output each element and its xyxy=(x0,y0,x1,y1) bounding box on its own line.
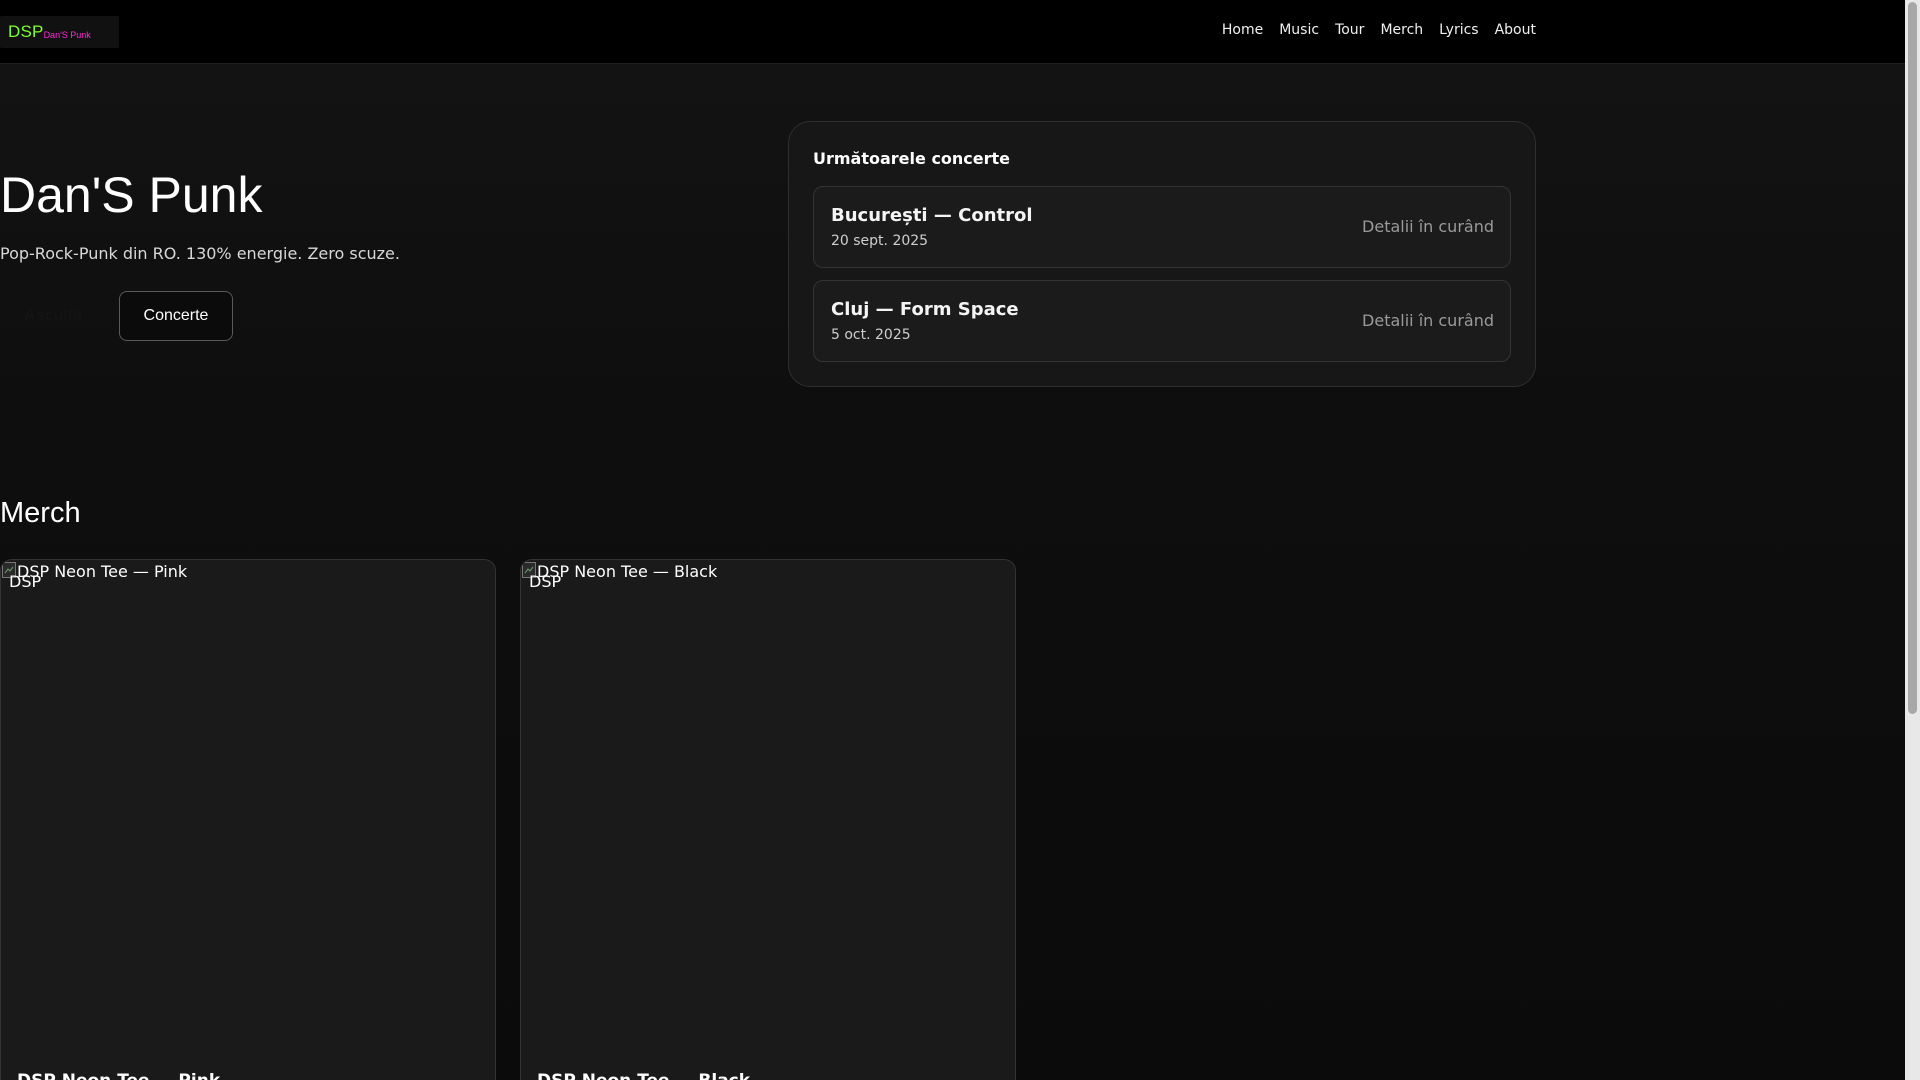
merch-image-alt-text: DSP Neon Tee — Pink xyxy=(17,562,188,581)
listen-button[interactable]: Ascultă xyxy=(0,292,106,340)
upcoming-concerts-panel: Următoarele concerte București — Control… xyxy=(788,121,1536,387)
hero-title: Dan'S Punk xyxy=(0,167,263,223)
main-nav: Home Music Tour Merch Lyrics About xyxy=(1222,22,1536,38)
nav-link-about[interactable]: About xyxy=(1495,22,1536,38)
concert-name: București — Control xyxy=(831,205,1033,226)
hero-subtitle: Pop-Rock-Punk din RO. 130% energie. Zero… xyxy=(0,244,400,263)
concert-date: 5 oct. 2025 xyxy=(831,327,911,343)
upcoming-concerts-title: Următoarele concerte xyxy=(813,149,1011,168)
concert-item[interactable]: București — Control 20 sept. 2025 Detali… xyxy=(813,186,1511,268)
nav-link-music[interactable]: Music xyxy=(1279,22,1319,38)
nav-link-merch[interactable]: Merch xyxy=(1380,22,1423,38)
merch-product-image[interactable]: DSP Neon Tee — Black DSP xyxy=(521,560,1015,1050)
merch-card[interactable]: DSP Neon Tee — Black DSP DSP Neon Tee — … xyxy=(520,559,1016,1080)
merch-image-alt-text: DSP Neon Tee — Black xyxy=(537,562,718,581)
merch-image-badge: DSP xyxy=(529,572,562,591)
top-navigation-bar: DSP Dan'S Punk Home Music Tour Merch Lyr… xyxy=(0,0,1905,64)
brand-logo-text: DSP xyxy=(8,22,44,41)
concert-name: Cluj — Form Space xyxy=(831,299,1019,320)
vertical-scrollbar[interactable] xyxy=(1905,0,1920,1080)
concert-details-link[interactable]: Detalii în curând xyxy=(1362,217,1494,236)
nav-link-lyrics[interactable]: Lyrics xyxy=(1439,22,1478,38)
scrollbar-thumb[interactable] xyxy=(1908,2,1917,714)
merch-product-name: DSP Neon Tee — Pink xyxy=(17,1071,220,1080)
merch-product-image[interactable]: DSP Neon Tee — Pink DSP xyxy=(1,560,495,1050)
concert-date: 20 sept. 2025 xyxy=(831,233,929,249)
brand-logo[interactable]: DSP Dan'S Punk xyxy=(0,16,119,48)
concerts-button[interactable]: Concerte xyxy=(119,291,233,341)
merch-product-name: DSP Neon Tee — Black xyxy=(537,1071,750,1080)
brand-logo-subtext: Dan'S Punk xyxy=(43,29,91,40)
nav-link-tour[interactable]: Tour xyxy=(1335,22,1364,38)
concert-details-link[interactable]: Detalii în curând xyxy=(1362,311,1494,330)
page: DSP Dan'S Punk Home Music Tour Merch Lyr… xyxy=(0,0,1905,1080)
merch-card[interactable]: DSP Neon Tee — Pink DSP DSP Neon Tee — P… xyxy=(0,559,496,1080)
concert-item[interactable]: Cluj — Form Space 5 oct. 2025 Detalii în… xyxy=(813,280,1511,362)
merch-image-badge: DSP xyxy=(9,572,42,591)
nav-link-home[interactable]: Home xyxy=(1222,22,1263,38)
merch-section-title: Merch xyxy=(0,497,81,529)
